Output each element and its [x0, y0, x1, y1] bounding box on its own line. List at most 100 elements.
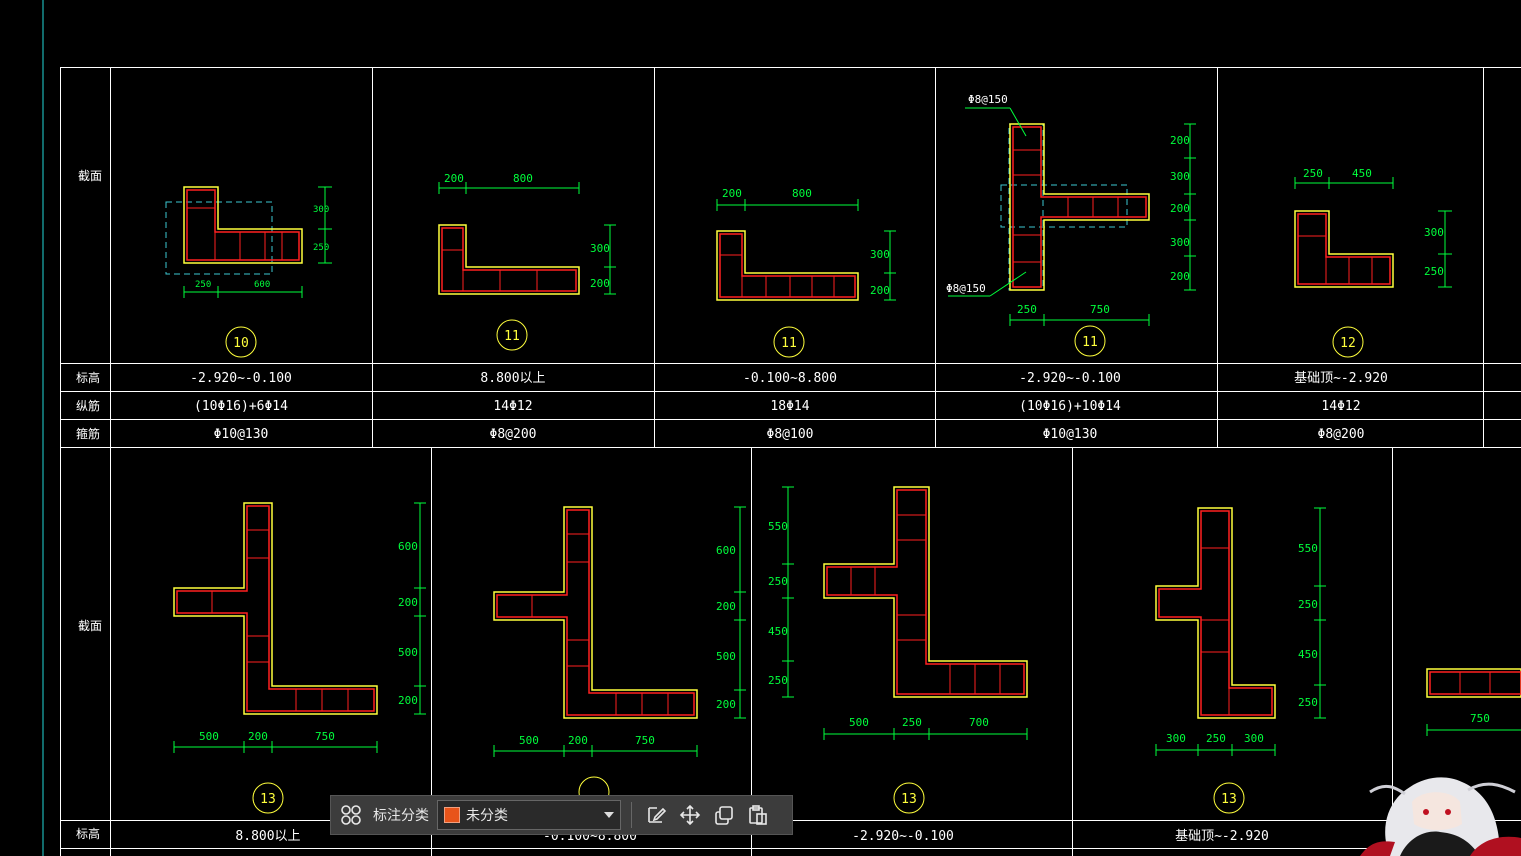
svg-text:250: 250 [768, 674, 788, 687]
svg-text:300: 300 [1170, 170, 1190, 183]
svg-text:250: 250 [1206, 732, 1226, 745]
svg-text:750: 750 [635, 734, 655, 747]
section-partial[interactable]: 750 [1426, 668, 1521, 736]
svg-text:250: 250 [195, 280, 211, 290]
svg-text:14Φ12: 14Φ12 [1321, 399, 1360, 414]
section-13b[interactable]: 500 200 750 600 200 500 200 [493, 506, 746, 808]
svg-text:Φ8@100: Φ8@100 [767, 427, 814, 442]
section-12[interactable]: 250 450 300 250 12 [1294, 167, 1452, 358]
copy-icon[interactable] [710, 801, 738, 829]
grid-icon[interactable] [337, 801, 365, 829]
svg-text:Φ10@130: Φ10@130 [214, 427, 269, 442]
category-dropdown[interactable]: 未分类 [437, 800, 621, 830]
svg-text:18Φ14: 18Φ14 [770, 399, 809, 414]
svg-text:600: 600 [398, 540, 418, 553]
svg-text:13: 13 [901, 792, 917, 807]
section-11a[interactable]: 200 800 300 200 11 [438, 172, 616, 351]
header-elevation-1: 标高 [76, 370, 100, 385]
svg-text:(10Φ16)+10Φ14: (10Φ16)+10Φ14 [1019, 399, 1121, 414]
mascot-image [1360, 777, 1521, 856]
svg-text:200: 200 [444, 172, 464, 185]
svg-text:500: 500 [398, 646, 418, 659]
svg-text:250: 250 [1303, 167, 1323, 180]
svg-text:Φ8@200: Φ8@200 [490, 427, 537, 442]
svg-text:300: 300 [1170, 236, 1190, 249]
svg-text:200: 200 [398, 694, 418, 707]
svg-text:200: 200 [398, 596, 418, 609]
svg-text:250: 250 [1424, 265, 1444, 278]
section-10[interactable]: 250 600 300 250 10 [165, 186, 332, 358]
svg-text:550: 550 [1298, 542, 1318, 555]
section-11c[interactable]: 250 750 200 300 200 300 200 Φ8@150 Φ8@150 11 [946, 93, 1196, 357]
svg-text:Φ8@200: Φ8@200 [1318, 427, 1365, 442]
svg-text:250: 250 [902, 716, 922, 729]
svg-text:8.800以上: 8.800以上 [235, 829, 300, 844]
svg-text:300: 300 [1424, 226, 1444, 239]
svg-text:300: 300 [1244, 732, 1264, 745]
chevron-down-icon [604, 812, 614, 818]
svg-text:250: 250 [1298, 696, 1318, 709]
header-longitudinal: 纵筋 [76, 398, 100, 413]
svg-text:550: 550 [768, 520, 788, 533]
svg-text:800: 800 [513, 172, 533, 185]
svg-text:-0.100~8.800: -0.100~8.800 [743, 371, 837, 386]
toolbar-divider [631, 802, 632, 828]
svg-text:11: 11 [504, 329, 520, 344]
stirrup-note: Φ8@150 [968, 93, 1008, 106]
svg-text:200: 200 [722, 187, 742, 200]
annotation-toolbar: 标注分类 未分类 [330, 795, 793, 835]
svg-text:300: 300 [870, 248, 890, 261]
svg-text:300: 300 [590, 242, 610, 255]
category-color-swatch [444, 807, 460, 823]
paste-icon[interactable] [744, 801, 772, 829]
svg-text:基础顶~-2.920: 基础顶~-2.920 [1294, 371, 1388, 386]
svg-text:13: 13 [260, 792, 276, 807]
section-13c[interactable]: 500 250 700 550 250 450 250 13 [768, 486, 1028, 814]
section-11b[interactable]: 200 800 300 200 11 [716, 187, 896, 358]
section-id-label: 10 [233, 336, 249, 351]
move-icon[interactable] [676, 801, 704, 829]
row1-data-cells: -2.920~-0.100 (10Φ16)+6Φ14 Φ10@130 8.800… [190, 371, 1388, 442]
svg-text:13: 13 [1221, 792, 1237, 807]
header-elevation-2: 标高 [76, 826, 100, 841]
svg-text:11: 11 [781, 336, 797, 351]
svg-text:500: 500 [519, 734, 539, 747]
svg-text:500: 500 [716, 650, 736, 663]
header-stirrup: 箍筋 [76, 426, 100, 441]
svg-text:200: 200 [1170, 134, 1190, 147]
svg-text:-2.920~-0.100: -2.920~-0.100 [190, 371, 292, 386]
category-label: 标注分类 [373, 808, 429, 824]
stirrup-note: Φ8@150 [946, 282, 986, 295]
cad-drawing-canvas[interactable]: 截面 标高 纵筋 箍筋 截面 标高 -2.920~-0.100 (10Φ16)+… [0, 0, 1521, 856]
svg-text:800: 800 [792, 187, 812, 200]
svg-text:11: 11 [1082, 335, 1098, 350]
svg-text:450: 450 [1298, 648, 1318, 661]
svg-text:8.800以上: 8.800以上 [480, 371, 545, 386]
svg-text:Φ10@130: Φ10@130 [1043, 427, 1098, 442]
svg-text:450: 450 [1352, 167, 1372, 180]
svg-text:300: 300 [313, 205, 329, 215]
svg-text:基础顶~-2.920: 基础顶~-2.920 [1175, 829, 1269, 844]
category-selected: 未分类 [466, 808, 508, 824]
svg-text:750: 750 [1090, 303, 1110, 316]
svg-text:450: 450 [768, 625, 788, 638]
svg-text:200: 200 [248, 730, 268, 743]
svg-text:200: 200 [716, 600, 736, 613]
svg-text:200: 200 [716, 698, 736, 711]
svg-text:250: 250 [768, 575, 788, 588]
svg-text:250: 250 [313, 243, 329, 253]
svg-text:500: 500 [849, 716, 869, 729]
svg-text:200: 200 [1170, 270, 1190, 283]
row-headers: 截面 标高 纵筋 箍筋 截面 标高 [76, 169, 102, 841]
svg-text:-2.920~-0.100: -2.920~-0.100 [852, 829, 954, 844]
header-section-2: 截面 [78, 619, 102, 633]
svg-text:12: 12 [1340, 336, 1356, 351]
svg-text:750: 750 [1470, 712, 1490, 725]
svg-text:200: 200 [568, 734, 588, 747]
section-13d[interactable]: 300 250 300 550 250 450 250 13 [1155, 507, 1326, 814]
section-13a[interactable]: 500 200 750 600 200 500 200 13 [173, 502, 426, 814]
svg-text:250: 250 [1017, 303, 1037, 316]
edit-icon[interactable] [642, 801, 670, 829]
svg-text:200: 200 [1170, 202, 1190, 215]
svg-text:750: 750 [315, 730, 335, 743]
